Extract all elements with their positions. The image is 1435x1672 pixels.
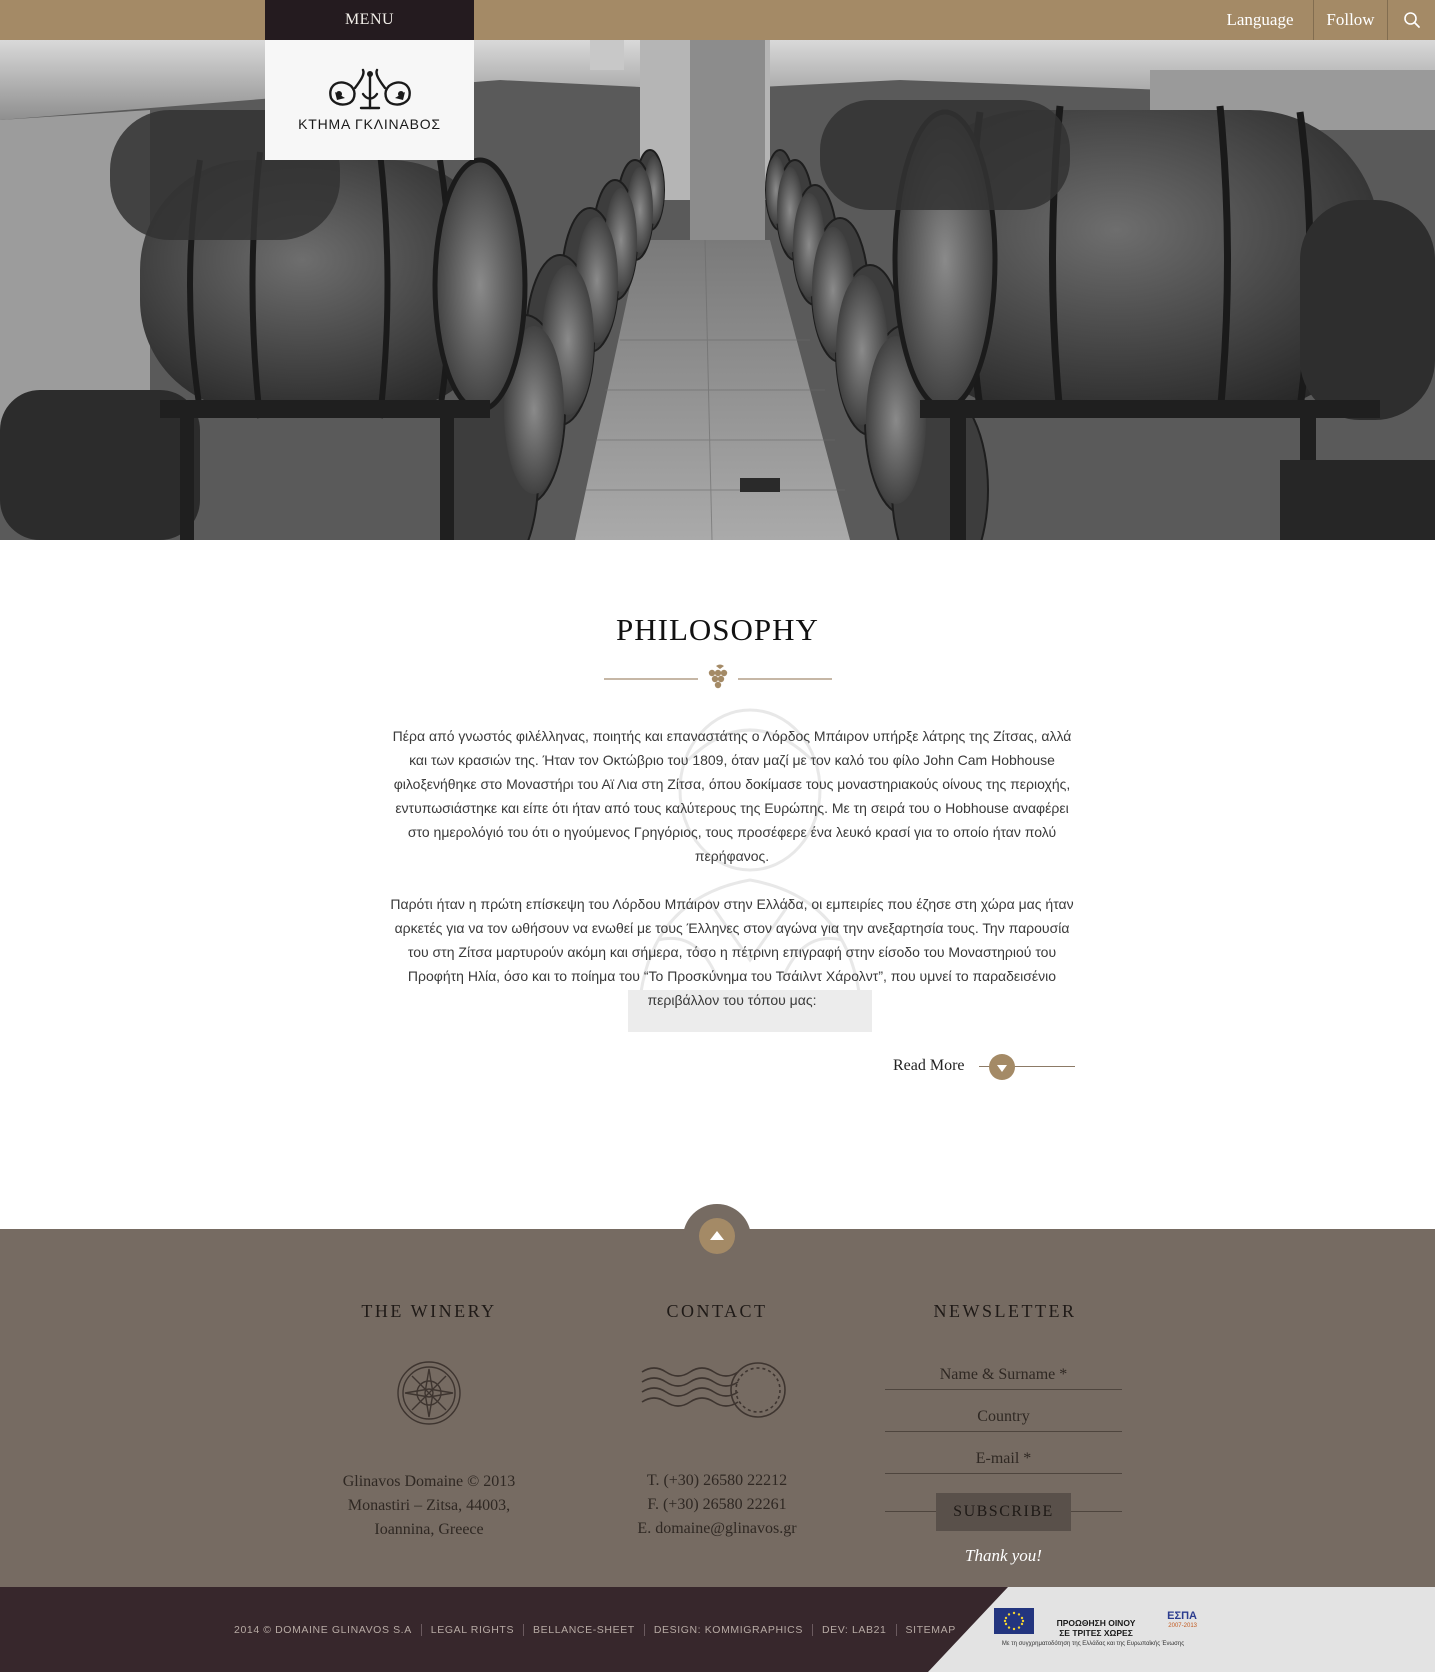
grape-divider-icon [604, 664, 832, 689]
legal-rights-link[interactable]: LEGAL RIGHTS [431, 1624, 514, 1636]
top-nav: Language Follow [1207, 0, 1435, 40]
menu-button[interactable]: MENU [265, 0, 474, 40]
winery-line: Monastiri – Zitsa, 44003, [347, 1497, 511, 1514]
separator [895, 1623, 897, 1636]
espa-years: 2007-2013 [1168, 1623, 1197, 1629]
espa-label: ΕΣΠΑ [1167, 1610, 1197, 1622]
contact-details: T. (+30) 26580 22212 F. (+30) 26580 2226… [567, 1469, 867, 1541]
balance-sheet-link[interactable]: BELLANCE-SHEET [533, 1624, 635, 1636]
subscribe-button[interactable]: SUBSCRIBE [936, 1493, 1071, 1531]
language-link[interactable]: Language [1207, 0, 1313, 40]
wine-cellar-illustration [0, 40, 1435, 540]
bottom-bar: 2014 © DOMAINE GLINAVOS S.A LEGAL RIGHTS… [0, 1587, 1435, 1672]
contact-column: CONTACT [567, 1301, 867, 1322]
separator [811, 1623, 813, 1636]
sitemap-link[interactable]: SITEMAP [906, 1624, 956, 1636]
logo[interactable]: ΚΤΗΜΑ ΓΚΛΙΝΑΒΟΣ [265, 40, 474, 160]
birds-logo-icon [328, 68, 411, 110]
postmark-icon [641, 1362, 786, 1418]
read-more-label: Read More [893, 1057, 965, 1074]
philosophy-paragraph-2: Παρότι ήταν η πρώτη επίσκεψη του Λόρδου … [390, 896, 1074, 1008]
sponsor-title: ΠΡΟΩΘΗΣΗ ΟΙΝΟΥ ΣΕ ΤΡΙΤΕΣ ΧΩΡΕΣ [1051, 1618, 1141, 1638]
back-to-top-button[interactable] [699, 1218, 735, 1254]
contact-title: CONTACT [666, 1301, 768, 1321]
winery-line: Ioannina, Greece [374, 1521, 484, 1538]
separator [523, 1623, 525, 1636]
country-field[interactable]: Country [885, 1402, 1122, 1432]
winery-address: Glinavos Domaine © 2013 Monastiri – Zits… [279, 1470, 579, 1542]
search-button[interactable] [1387, 0, 1435, 40]
sponsor-footnote: Με τη συγχρηματοδότηση της Ελλάδας και τ… [1001, 1641, 1185, 1647]
email-field[interactable]: E-mail * [885, 1444, 1122, 1474]
newsletter-title: NEWSLETTER [933, 1301, 1077, 1321]
page-title: PHILOSOPHY [616, 612, 819, 647]
bottom-links: 2014 © DOMAINE GLINAVOS S.A LEGAL RIGHTS… [234, 1587, 956, 1672]
philosophy-paragraph-1: Πέρα από γνωστός φιλέλληνας, ποιητής και… [392, 728, 1072, 864]
chevron-down-icon [988, 1054, 1015, 1080]
contact-email[interactable]: E. domaine@glinavos.gr [567, 1517, 867, 1541]
contact-phone[interactable]: T. (+30) 26580 22212 [567, 1469, 867, 1493]
design-credit-link[interactable]: DESIGN: KOMMIGRAPHICS [654, 1624, 803, 1636]
search-icon [1403, 12, 1420, 28]
name-field[interactable]: Name & Surname * [885, 1360, 1122, 1390]
contact-fax: F. (+30) 26580 22261 [647, 1496, 787, 1513]
sponsor-title-line: ΠΡΟΩΘΗΣΗ ΟΙΝΟΥ [1056, 1618, 1136, 1628]
compass-icon [397, 1361, 461, 1425]
hero-image [0, 40, 1435, 540]
read-more-link[interactable]: Read More [893, 1052, 1075, 1080]
copyright-link[interactable]: 2014 © DOMAINE GLINAVOS S.A [234, 1624, 412, 1636]
winery-title: THE WINERY [361, 1301, 497, 1321]
eu-flag-icon [994, 1608, 1034, 1634]
separator [643, 1623, 645, 1636]
follow-link[interactable]: Follow [1313, 0, 1387, 40]
dev-credit-link[interactable]: DEV: LAB21 [822, 1624, 887, 1636]
winery-line: Glinavos Domaine © 2013 [342, 1473, 516, 1490]
espa-logo: ΕΣΠΑ 2007-2013 [1151, 1610, 1197, 1636]
sponsor-title-line: ΣΕ ΤΡΙΤΕΣ ΧΩΡΕΣ [1059, 1628, 1133, 1638]
winery-column: THE WINERY [279, 1301, 579, 1322]
top-bar: MENU Language Follow [0, 0, 1435, 40]
thank-you-message: Thank you! [965, 1546, 1042, 1565]
newsletter-column: NEWSLETTER [855, 1301, 1155, 1322]
separator [420, 1623, 422, 1636]
logo-text: ΚΤΗΜΑ ΓΚΛΙΝΑΒΟΣ [298, 116, 441, 132]
